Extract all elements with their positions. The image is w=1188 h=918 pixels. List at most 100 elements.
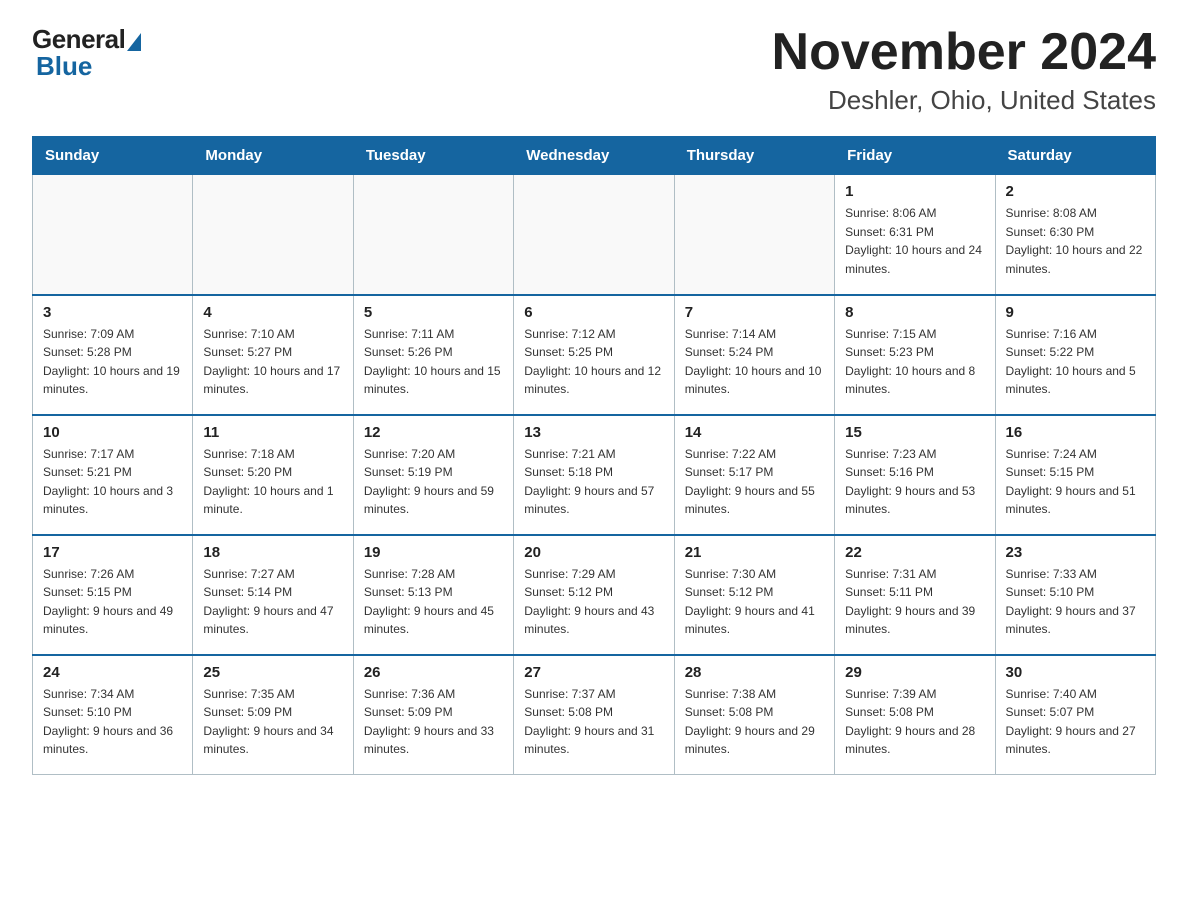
day-number: 18 (203, 544, 342, 561)
table-row: 4 Sunrise: 7:10 AMSunset: 5:27 PMDaylight… (193, 295, 353, 415)
table-row: 1 Sunrise: 8:06 AMSunset: 6:31 PMDaylight… (835, 175, 995, 295)
table-row (193, 175, 353, 295)
day-number: 29 (845, 664, 984, 681)
day-number: 24 (43, 664, 182, 681)
table-row: 3 Sunrise: 7:09 AMSunset: 5:28 PMDaylight… (33, 295, 193, 415)
calendar-week-row: 24 Sunrise: 7:34 AMSunset: 5:10 PMDayligh… (33, 655, 1156, 775)
day-number: 17 (43, 544, 182, 561)
table-row: 22 Sunrise: 7:31 AMSunset: 5:11 PMDayligh… (835, 535, 995, 655)
day-number: 7 (685, 304, 824, 321)
table-row: 9Sunrise: 7:16 AMSunset: 5:22 PMDaylight… (995, 295, 1155, 415)
calendar-subtitle: Deshler, Ohio, United States (772, 85, 1156, 116)
calendar-header-row: Sunday Monday Tuesday Wednesday Thursday… (33, 137, 1156, 175)
table-row: 2Sunrise: 8:08 AMSunset: 6:30 PMDaylight… (995, 175, 1155, 295)
day-number: 26 (364, 664, 503, 681)
col-wednesday: Wednesday (514, 137, 674, 175)
day-info: Sunrise: 7:36 AMSunset: 5:09 PMDaylight:… (364, 685, 503, 759)
calendar-week-row: 3 Sunrise: 7:09 AMSunset: 5:28 PMDaylight… (33, 295, 1156, 415)
calendar-title: November 2024 (772, 24, 1156, 81)
col-thursday: Thursday (674, 137, 834, 175)
col-sunday: Sunday (33, 137, 193, 175)
table-row: 16 Sunrise: 7:24 AMSunset: 5:15 PMDayligh… (995, 415, 1155, 535)
table-row: 27 Sunrise: 7:37 AMSunset: 5:08 PMDayligh… (514, 655, 674, 775)
day-info: Sunrise: 7:31 AMSunset: 5:11 PMDaylight:… (845, 565, 984, 639)
table-row: 19Sunrise: 7:28 AMSunset: 5:13 PMDayligh… (353, 535, 513, 655)
day-number: 16 (1006, 424, 1145, 441)
day-number: 1 (845, 183, 984, 200)
day-info: Sunrise: 7:37 AMSunset: 5:08 PMDaylight:… (524, 685, 663, 759)
col-tuesday: Tuesday (353, 137, 513, 175)
title-section: November 2024 Deshler, Ohio, United Stat… (772, 24, 1156, 116)
day-info: Sunrise: 7:30 AMSunset: 5:12 PMDaylight:… (685, 565, 824, 639)
table-row (353, 175, 513, 295)
col-monday: Monday (193, 137, 353, 175)
logo-blue-text: Blue (36, 51, 92, 82)
day-info: Sunrise: 7:38 AMSunset: 5:08 PMDaylight:… (685, 685, 824, 759)
day-number: 10 (43, 424, 182, 441)
table-row: 18 Sunrise: 7:27 AMSunset: 5:14 PMDayligh… (193, 535, 353, 655)
day-info: Sunrise: 8:08 AMSunset: 6:30 PMDaylight:… (1006, 204, 1145, 278)
day-info: Sunrise: 7:29 AMSunset: 5:12 PMDaylight:… (524, 565, 663, 639)
day-number: 13 (524, 424, 663, 441)
day-info: Sunrise: 7:12 AMSunset: 5:25 PMDaylight:… (524, 325, 663, 399)
day-info: Sunrise: 7:23 AMSunset: 5:16 PMDaylight:… (845, 445, 984, 519)
table-row (33, 175, 193, 295)
calendar-week-row: 17 Sunrise: 7:26 AMSunset: 5:15 PMDayligh… (33, 535, 1156, 655)
table-row: 8 Sunrise: 7:15 AMSunset: 5:23 PMDaylight… (835, 295, 995, 415)
calendar-week-row: 10Sunrise: 7:17 AMSunset: 5:21 PMDayligh… (33, 415, 1156, 535)
day-info: Sunrise: 7:33 AMSunset: 5:10 PMDaylight:… (1006, 565, 1145, 639)
table-row: 26 Sunrise: 7:36 AMSunset: 5:09 PMDayligh… (353, 655, 513, 775)
logo-triangle-icon (127, 33, 141, 51)
day-number: 14 (685, 424, 824, 441)
col-saturday: Saturday (995, 137, 1155, 175)
table-row: 5Sunrise: 7:11 AMSunset: 5:26 PMDaylight… (353, 295, 513, 415)
day-info: Sunrise: 7:34 AMSunset: 5:10 PMDaylight:… (43, 685, 182, 759)
table-row: 12 Sunrise: 7:20 AMSunset: 5:19 PMDayligh… (353, 415, 513, 535)
table-row (674, 175, 834, 295)
day-number: 12 (364, 424, 503, 441)
day-number: 21 (685, 544, 824, 561)
day-info: Sunrise: 7:20 AMSunset: 5:19 PMDaylight:… (364, 445, 503, 519)
table-row: 30 Sunrise: 7:40 AMSunset: 5:07 PMDayligh… (995, 655, 1155, 775)
table-row: 10Sunrise: 7:17 AMSunset: 5:21 PMDayligh… (33, 415, 193, 535)
logo: General Blue (32, 24, 143, 82)
day-number: 3 (43, 304, 182, 321)
day-number: 4 (203, 304, 342, 321)
day-info: Sunrise: 8:06 AMSunset: 6:31 PMDaylight:… (845, 204, 984, 278)
day-number: 11 (203, 424, 342, 441)
day-info: Sunrise: 7:24 AMSunset: 5:15 PMDaylight:… (1006, 445, 1145, 519)
day-info: Sunrise: 7:14 AMSunset: 5:24 PMDaylight:… (685, 325, 824, 399)
day-number: 27 (524, 664, 663, 681)
day-info: Sunrise: 7:22 AMSunset: 5:17 PMDaylight:… (685, 445, 824, 519)
day-number: 20 (524, 544, 663, 561)
day-info: Sunrise: 7:15 AMSunset: 5:23 PMDaylight:… (845, 325, 984, 399)
table-row: 29 Sunrise: 7:39 AMSunset: 5:08 PMDayligh… (835, 655, 995, 775)
table-row: 21 Sunrise: 7:30 AMSunset: 5:12 PMDayligh… (674, 535, 834, 655)
table-row: 25 Sunrise: 7:35 AMSunset: 5:09 PMDayligh… (193, 655, 353, 775)
table-row: 15 Sunrise: 7:23 AMSunset: 5:16 PMDayligh… (835, 415, 995, 535)
day-info: Sunrise: 7:21 AMSunset: 5:18 PMDaylight:… (524, 445, 663, 519)
day-number: 6 (524, 304, 663, 321)
table-row (514, 175, 674, 295)
day-info: Sunrise: 7:40 AMSunset: 5:07 PMDaylight:… (1006, 685, 1145, 759)
day-info: Sunrise: 7:27 AMSunset: 5:14 PMDaylight:… (203, 565, 342, 639)
day-info: Sunrise: 7:39 AMSunset: 5:08 PMDaylight:… (845, 685, 984, 759)
col-friday: Friday (835, 137, 995, 175)
table-row: 6 Sunrise: 7:12 AMSunset: 5:25 PMDaylight… (514, 295, 674, 415)
day-number: 25 (203, 664, 342, 681)
day-info: Sunrise: 7:09 AMSunset: 5:28 PMDaylight:… (43, 325, 182, 399)
day-number: 22 (845, 544, 984, 561)
day-number: 30 (1006, 664, 1145, 681)
day-info: Sunrise: 7:35 AMSunset: 5:09 PMDaylight:… (203, 685, 342, 759)
day-info: Sunrise: 7:10 AMSunset: 5:27 PMDaylight:… (203, 325, 342, 399)
calendar-table: Sunday Monday Tuesday Wednesday Thursday… (32, 136, 1156, 775)
day-number: 15 (845, 424, 984, 441)
table-row: 23Sunrise: 7:33 AMSunset: 5:10 PMDayligh… (995, 535, 1155, 655)
day-info: Sunrise: 7:16 AMSunset: 5:22 PMDaylight:… (1006, 325, 1145, 399)
day-number: 19 (364, 544, 503, 561)
day-number: 28 (685, 664, 824, 681)
day-info: Sunrise: 7:26 AMSunset: 5:15 PMDaylight:… (43, 565, 182, 639)
day-number: 8 (845, 304, 984, 321)
calendar-week-row: 1 Sunrise: 8:06 AMSunset: 6:31 PMDaylight… (33, 175, 1156, 295)
table-row: 11Sunrise: 7:18 AMSunset: 5:20 PMDayligh… (193, 415, 353, 535)
